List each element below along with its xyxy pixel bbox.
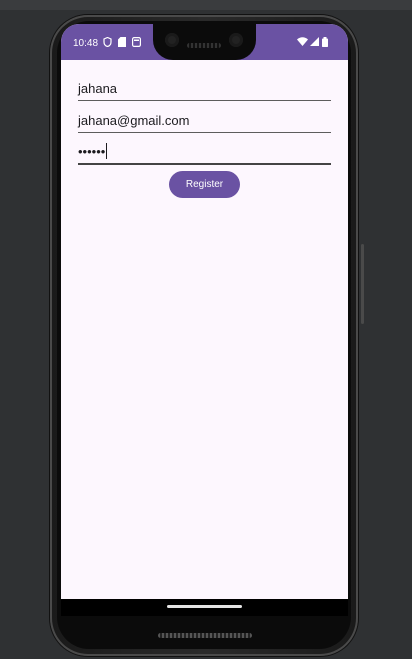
- name-field[interactable]: jahana: [78, 78, 331, 101]
- device-screen: 10:48 jahana jahana@gmail.com •••••• Reg…: [61, 24, 348, 616]
- front-camera-icon: [229, 33, 243, 47]
- password-field-value: ••••••: [78, 144, 106, 159]
- notification-box-icon: [132, 37, 142, 50]
- navigation-bar: [61, 599, 348, 616]
- password-field[interactable]: ••••••: [78, 141, 331, 165]
- status-time: 10:48: [73, 38, 99, 49]
- battery-icon: [322, 37, 328, 50]
- camera-notch: [153, 24, 256, 60]
- window-top-bar: [0, 0, 412, 10]
- bottom-speaker-grille: [158, 633, 252, 638]
- email-field[interactable]: jahana@gmail.com: [78, 110, 331, 133]
- front-camera-icon: [165, 33, 179, 47]
- earpiece-speaker: [187, 43, 221, 48]
- signal-icon: [310, 37, 319, 49]
- home-gesture-pill[interactable]: [167, 605, 242, 608]
- register-button[interactable]: Register: [169, 171, 240, 198]
- email-field-value: jahana@gmail.com: [78, 113, 190, 128]
- sim-card-icon: [118, 37, 126, 50]
- wifi-icon: [297, 37, 308, 49]
- name-field-value: jahana: [78, 81, 118, 96]
- text-cursor: [106, 143, 108, 159]
- shield-icon: [103, 36, 112, 50]
- phone-side-button: [361, 244, 364, 324]
